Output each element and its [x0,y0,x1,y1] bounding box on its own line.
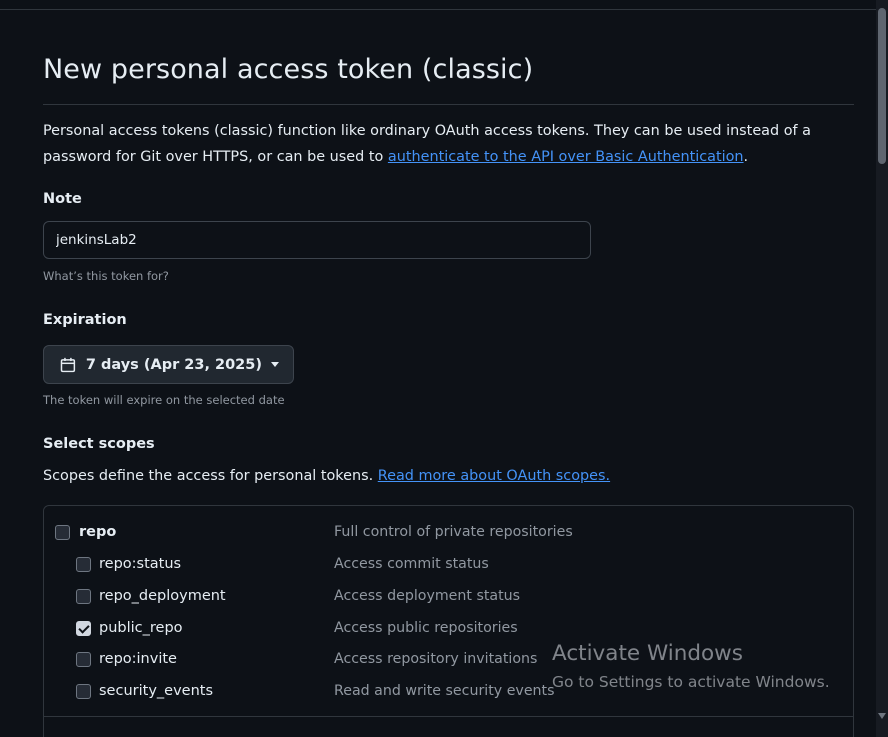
note-label: Note [43,191,82,207]
scope-description: Access repository invitations [334,651,538,667]
triangle-down-icon [271,362,279,367]
expiration-hint: The token will expire on the selected da… [43,393,285,407]
scope-name: public_repo [99,620,183,636]
activate-windows-title: Activate Windows [552,641,743,666]
top-divider [0,0,876,10]
scopes-label: Select scopes [43,436,155,452]
scopes-description: Scopes define the access for personal to… [43,468,610,484]
scope-description: Read and write security events [334,683,555,699]
intro-end: . [743,149,749,165]
scope-checkbox-public-repo[interactable] [76,620,91,636]
expiration-value: 7 days (Apr 23, 2025) [85,356,262,373]
scopes-table: repo Full control of private repositorie… [43,505,854,737]
scope-name: repo:status [99,556,182,572]
activate-windows-subtitle: Go to Settings to activate Windows. [552,673,830,691]
scope-name: repo:invite [99,651,177,667]
scope-checkbox-repo-invite[interactable] [76,651,91,667]
scroll-down-arrow-icon[interactable] [878,713,886,719]
scope-name: repo_deployment [99,588,226,604]
calendar-icon [60,357,76,372]
note-input[interactable] [43,221,591,259]
scope-row-repo-deployment: repo_deployment Access deployment status [44,585,853,607]
scope-name: security_events [99,683,213,699]
scope-name: repo [79,524,117,540]
note-hint: What’s this token for? [43,269,169,283]
scope-group-divider [44,716,853,717]
basic-auth-link[interactable]: authenticate to the API over Basic Authe… [388,149,744,165]
page-title: New personal access token (classic) [43,54,534,85]
scope-row-repo-status: repo:status Access commit status [44,553,853,575]
main-content: New personal access token (classic) Pers… [0,10,876,737]
expiration-label: Expiration [43,312,127,328]
scope-description: Access deployment status [334,588,521,604]
scope-description: Access public repositories [334,620,518,636]
scope-row-public-repo: public_repo Access public repositories [44,617,853,639]
scope-checkbox-repo-deployment[interactable] [76,588,91,604]
scope-checkbox-security-events[interactable] [76,683,91,699]
scope-checkbox-repo[interactable] [55,524,70,540]
intro-paragraph: Personal access tokens (classic) functio… [43,118,863,170]
scope-row-repo: repo Full control of private repositorie… [44,521,853,543]
scopes-description-text: Scopes define the access for personal to… [43,468,378,484]
expiration-dropdown[interactable]: 7 days (Apr 23, 2025) [43,345,294,384]
title-divider [43,104,854,105]
scrollbar-thumb[interactable] [878,8,886,164]
scope-description: Full control of private repositories [334,524,573,540]
scope-checkbox-repo-status[interactable] [76,556,91,572]
oauth-scopes-link[interactable]: Read more about OAuth scopes. [378,468,610,484]
scope-description: Access commit status [334,556,489,572]
